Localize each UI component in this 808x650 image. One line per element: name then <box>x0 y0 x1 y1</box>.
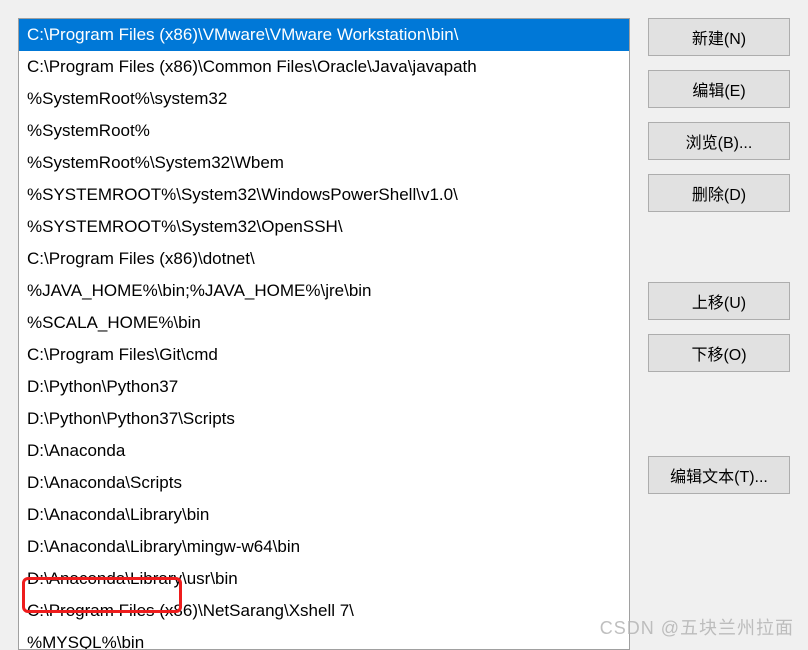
list-item[interactable]: %SYSTEMROOT%\System32\OpenSSH\ <box>19 211 629 243</box>
list-item[interactable]: %JAVA_HOME%\bin;%JAVA_HOME%\jre\bin <box>19 275 629 307</box>
list-item[interactable]: %SYSTEMROOT%\System32\WindowsPowerShell\… <box>19 179 629 211</box>
spacer <box>648 386 790 442</box>
list-item[interactable]: D:\Anaconda\Library\bin <box>19 499 629 531</box>
button-label: 编辑文本(T)... <box>670 469 768 486</box>
button-label: 新建(N) <box>692 31 746 48</box>
button-label: 浏览(B)... <box>686 135 753 152</box>
list-item[interactable]: C:\Program Files (x86)\dotnet\ <box>19 243 629 275</box>
edit-button[interactable]: 编辑(E) <box>648 70 790 108</box>
button-panel: 新建(N) 编辑(E) 浏览(B)... 删除(D) 上移(U) 下移(O) 编… <box>648 18 790 650</box>
list-item[interactable]: %SystemRoot%\System32\Wbem <box>19 147 629 179</box>
list-item[interactable]: C:\Program Files\Git\cmd <box>19 339 629 371</box>
list-item[interactable]: D:\Python\Python37\Scripts <box>19 403 629 435</box>
list-item[interactable]: C:\Program Files (x86)\VMware\VMware Wor… <box>19 19 629 51</box>
list-item[interactable]: D:\Anaconda <box>19 435 629 467</box>
move-up-button[interactable]: 上移(U) <box>648 282 790 320</box>
dialog-content: C:\Program Files (x86)\VMware\VMware Wor… <box>0 0 808 650</box>
list-item[interactable]: D:\Python\Python37 <box>19 371 629 403</box>
button-label: 下移(O) <box>691 347 746 364</box>
path-list[interactable]: C:\Program Files (x86)\VMware\VMware Wor… <box>18 18 630 650</box>
delete-button[interactable]: 删除(D) <box>648 174 790 212</box>
list-item[interactable]: %SystemRoot% <box>19 115 629 147</box>
button-label: 删除(D) <box>692 187 746 204</box>
browse-button[interactable]: 浏览(B)... <box>648 122 790 160</box>
list-item[interactable]: %SCALA_HOME%\bin <box>19 307 629 339</box>
new-button[interactable]: 新建(N) <box>648 18 790 56</box>
list-item[interactable]: C:\Program Files (x86)\NetSarang\Xshell … <box>19 595 629 627</box>
button-label: 编辑(E) <box>692 83 745 100</box>
list-item[interactable]: C:\Program Files (x86)\Common Files\Orac… <box>19 51 629 83</box>
spacer <box>648 226 790 268</box>
list-item[interactable]: D:\Anaconda\Scripts <box>19 467 629 499</box>
move-down-button[interactable]: 下移(O) <box>648 334 790 372</box>
list-item[interactable]: %MYSQL%\bin <box>19 627 629 650</box>
list-item[interactable]: D:\Anaconda\Library\usr\bin <box>19 563 629 595</box>
button-label: 上移(U) <box>692 295 746 312</box>
list-item[interactable]: %SystemRoot%\system32 <box>19 83 629 115</box>
list-item[interactable]: D:\Anaconda\Library\mingw-w64\bin <box>19 531 629 563</box>
edit-text-button[interactable]: 编辑文本(T)... <box>648 456 790 494</box>
